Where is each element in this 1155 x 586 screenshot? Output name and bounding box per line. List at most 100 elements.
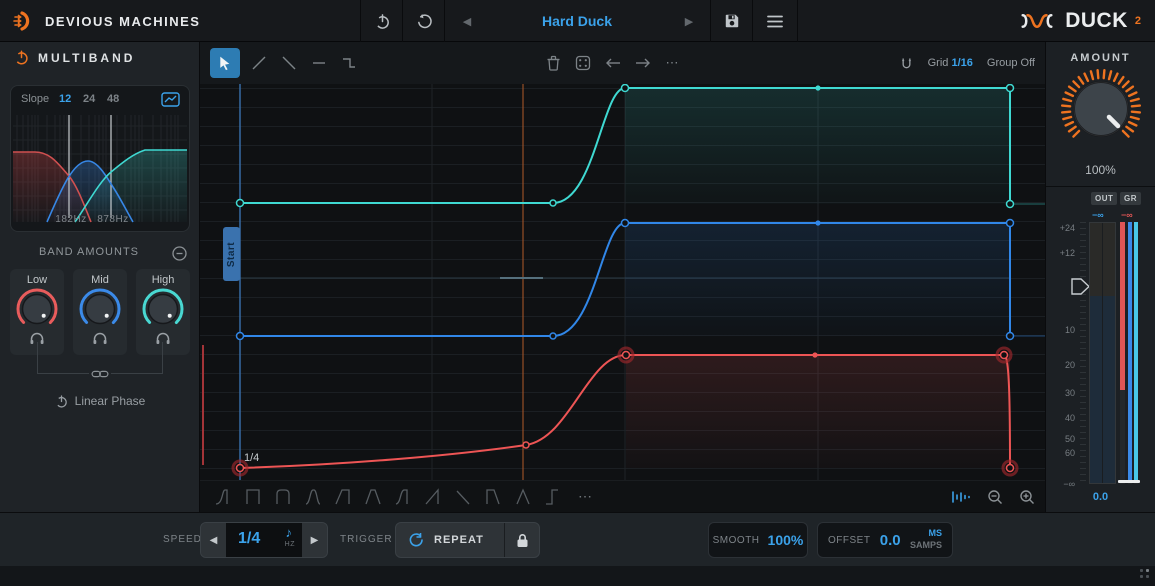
envelope-grid[interactable]: Start 1/4 bbox=[200, 84, 1045, 480]
start-marker-badge[interactable]: Start bbox=[223, 227, 240, 281]
smooth-control[interactable]: SMOOTH 100% bbox=[708, 522, 808, 558]
multiband-sidebar: MULTIBAND Slope 12 24 48 bbox=[0, 42, 200, 512]
crossover-panel[interactable]: Slope 12 24 48 bbox=[10, 85, 190, 232]
power-button[interactable] bbox=[362, 0, 402, 42]
speed-value-box[interactable]: 1/4 ♪ HZ bbox=[226, 522, 302, 558]
snap-magnet-icon[interactable] bbox=[899, 56, 914, 71]
grid-value[interactable]: 1/16 bbox=[951, 57, 972, 69]
scale-20: 20 bbox=[1051, 360, 1075, 370]
flat-line-icon bbox=[310, 54, 328, 72]
note-sync-icon[interactable]: ♪ bbox=[286, 525, 293, 540]
shape-preset-5[interactable] bbox=[330, 485, 355, 509]
band-low-knob[interactable] bbox=[14, 286, 60, 332]
duck2-logo: DUCK2 bbox=[1016, 0, 1141, 42]
smooth-value[interactable]: 100% bbox=[768, 532, 804, 548]
shape-preset-1[interactable] bbox=[210, 485, 235, 509]
scale-plus24: +24 bbox=[1051, 223, 1075, 233]
randomize-button[interactable] bbox=[568, 48, 598, 78]
crossover-display[interactable] bbox=[11, 110, 189, 230]
undo-button[interactable] bbox=[404, 0, 444, 42]
offset-value[interactable]: 0.0 bbox=[870, 532, 910, 549]
band-high-knob[interactable] bbox=[140, 286, 186, 332]
menu-icon bbox=[767, 15, 783, 28]
shape-preset-2[interactable] bbox=[240, 485, 265, 509]
linear-phase-power-icon[interactable] bbox=[55, 395, 68, 408]
scale-30: 30 bbox=[1051, 388, 1075, 398]
line-down-tool-button[interactable] bbox=[274, 48, 304, 78]
envelope-curves[interactable] bbox=[200, 84, 1045, 480]
cursor-icon bbox=[218, 55, 232, 71]
shape-preset-9[interactable] bbox=[450, 485, 475, 509]
speed-increment-button[interactable]: ▶ bbox=[302, 522, 327, 558]
meter-ticks bbox=[1080, 222, 1086, 484]
step-tool-button[interactable] bbox=[334, 48, 364, 78]
out-meter-value: −∞ bbox=[1092, 210, 1104, 220]
collapse-band-amounts-button[interactable] bbox=[172, 246, 187, 261]
zoom-in-icon[interactable] bbox=[1019, 489, 1035, 505]
slope-option-12[interactable]: 12 bbox=[59, 93, 71, 105]
linear-phase-control[interactable]: Linear Phase bbox=[0, 394, 200, 408]
speed-control: ◀ 1/4 ♪ HZ ▶ bbox=[200, 522, 328, 558]
threshold-marker[interactable] bbox=[1071, 278, 1090, 295]
speed-value[interactable]: 1/4 bbox=[238, 530, 260, 548]
group-toggle[interactable]: Group Off bbox=[987, 57, 1035, 69]
duck2-logo-sup: 2 bbox=[1135, 15, 1141, 27]
gr-meter-high bbox=[1134, 222, 1138, 484]
trigger-control: REPEAT bbox=[395, 522, 540, 558]
offset-unit-ms[interactable]: MS bbox=[929, 528, 943, 540]
speed-decrement-button[interactable]: ◀ bbox=[201, 522, 226, 558]
line-up-tool-button[interactable] bbox=[244, 48, 274, 78]
amount-meter-panel: AMOUNT 100% bbox=[1045, 42, 1155, 512]
offset-unit-samps[interactable]: SAMPS bbox=[910, 540, 942, 552]
envelope-more-button[interactable]: ⋯ bbox=[658, 48, 688, 78]
band-amounts-label: BAND AMOUNTS bbox=[0, 246, 178, 258]
band-link-icon[interactable] bbox=[89, 367, 111, 381]
shape-preset-6[interactable] bbox=[360, 485, 385, 509]
slope-option-48[interactable]: 48 bbox=[107, 93, 119, 105]
offset-control[interactable]: OFFSET 0.0 MS SAMPS bbox=[817, 522, 953, 558]
scale-60: 60 bbox=[1051, 448, 1075, 458]
band-mid-knob[interactable] bbox=[77, 286, 123, 332]
duck2-plugin-window: DEVIOUS MACHINES ◀ Hard Duck ▶ DUCK2 bbox=[0, 0, 1155, 586]
brand-name: DEVIOUS MACHINES bbox=[45, 14, 200, 29]
clear-envelope-button[interactable] bbox=[538, 48, 568, 78]
shape-preset-12[interactable] bbox=[540, 485, 565, 509]
shift-left-button[interactable] bbox=[598, 48, 628, 78]
amount-knob[interactable] bbox=[1057, 65, 1145, 159]
multiband-power-icon[interactable] bbox=[14, 50, 29, 65]
scale-minus-inf: −∞ bbox=[1051, 479, 1075, 489]
shape-preset-4[interactable] bbox=[300, 485, 325, 509]
preset-name[interactable]: Hard Duck bbox=[444, 0, 710, 42]
step-icon bbox=[340, 54, 358, 72]
shape-preset-8[interactable] bbox=[420, 485, 445, 509]
slope-option-24[interactable]: 24 bbox=[83, 93, 95, 105]
shape-preset-7[interactable] bbox=[390, 485, 415, 509]
audio-preview-icon[interactable] bbox=[951, 490, 971, 504]
gr-meter-label: GR bbox=[1120, 192, 1141, 205]
trigger-lock-button[interactable] bbox=[505, 533, 539, 548]
hz-mode-toggle[interactable]: HZ bbox=[285, 541, 295, 548]
trigger-mode-select[interactable]: REPEAT bbox=[434, 534, 504, 546]
band-low-label: Low bbox=[10, 274, 64, 286]
repeat-icon bbox=[408, 532, 424, 548]
shape-preset-10[interactable] bbox=[480, 485, 505, 509]
preset-next-button[interactable]: ▶ bbox=[674, 0, 704, 42]
gr-meter-low bbox=[1120, 222, 1125, 484]
arrow-right-icon bbox=[634, 56, 652, 70]
shape-preset-3[interactable] bbox=[270, 485, 295, 509]
trash-icon bbox=[546, 55, 561, 71]
bottom-bar: SPEED ◀ 1/4 ♪ HZ ▶ TRIGGER REPEAT SMOOTH… bbox=[0, 512, 1155, 566]
main-menu-button[interactable] bbox=[755, 0, 795, 42]
zoom-out-icon[interactable] bbox=[987, 489, 1003, 505]
shift-right-button[interactable] bbox=[628, 48, 658, 78]
shape-presets-row: ⋯ bbox=[200, 480, 1045, 512]
gr-meter-cap bbox=[1118, 480, 1140, 483]
scale-10: 10 bbox=[1051, 325, 1075, 335]
shape-presets-more-button[interactable]: ⋯ bbox=[578, 488, 593, 505]
flat-line-tool-button[interactable] bbox=[304, 48, 334, 78]
shape-preset-11[interactable] bbox=[510, 485, 535, 509]
select-tool-button[interactable] bbox=[210, 48, 240, 78]
save-preset-button[interactable] bbox=[712, 0, 752, 42]
analyzer-icon[interactable] bbox=[161, 92, 180, 107]
amount-value[interactable]: 100% bbox=[1046, 163, 1155, 177]
